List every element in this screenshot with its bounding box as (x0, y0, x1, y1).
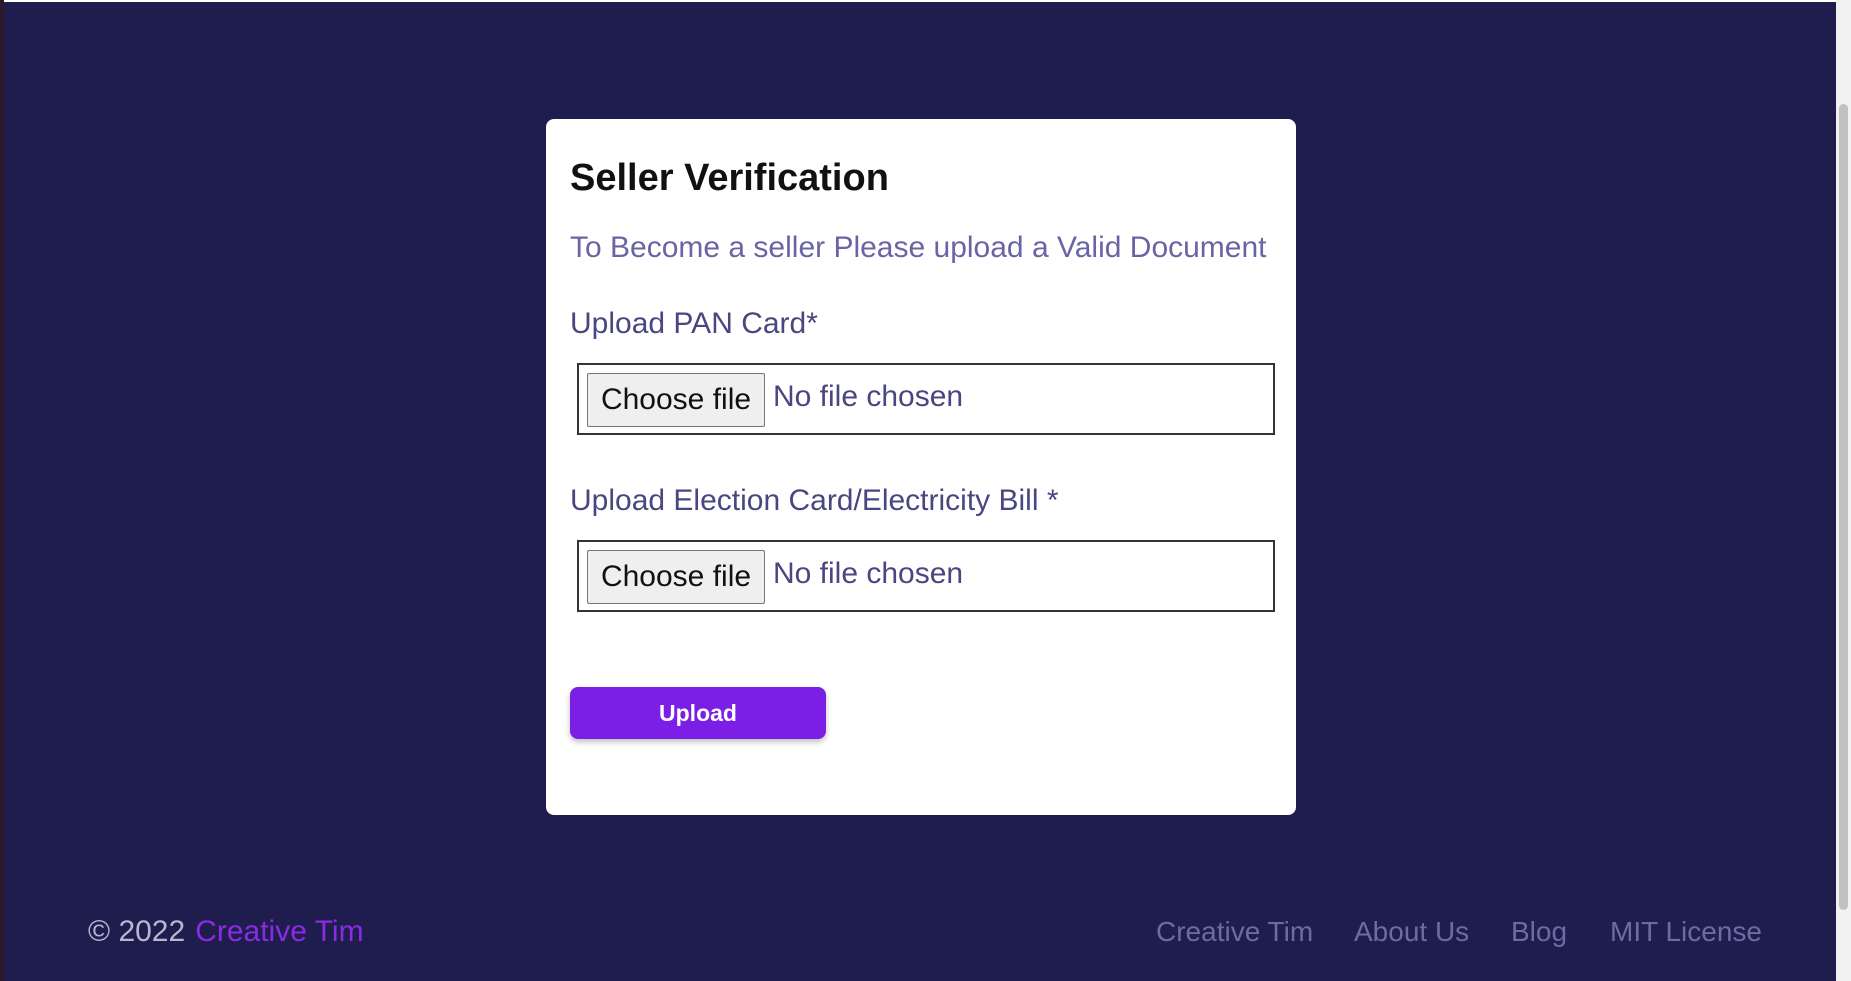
window-top-border (0, 0, 1851, 2)
pan-card-label: Upload PAN Card* (570, 307, 818, 340)
election-card-label: Upload Election Card/Electricity Bill * (570, 484, 1059, 517)
page-scrollbar[interactable] (1836, 0, 1851, 981)
card-subtitle: To Become a seller Please upload a Valid… (570, 231, 1267, 264)
footer-brand-link[interactable]: Creative Tim (195, 915, 363, 948)
scrollbar-thumb[interactable] (1839, 104, 1848, 910)
footer-link-about-us[interactable]: About Us (1354, 916, 1469, 948)
window-left-edge (0, 0, 4, 981)
election-card-choose-file-button[interactable]: Choose file (587, 550, 765, 604)
footer-link-mit-license[interactable]: MIT License (1610, 916, 1762, 948)
election-card-file-input[interactable]: Choose file No file chosen (577, 540, 1275, 612)
card-title: Seller Verification (570, 157, 889, 199)
pan-card-choose-file-button[interactable]: Choose file (587, 373, 765, 427)
pan-card-file-input[interactable]: Choose file No file chosen (577, 363, 1275, 435)
pan-card-file-status: No file chosen (773, 380, 964, 413)
footer-copyright: © 2022 Creative Tim (88, 915, 364, 949)
footer-link-creative-tim[interactable]: Creative Tim (1156, 916, 1313, 948)
upload-button[interactable]: Upload (570, 687, 826, 739)
seller-verification-card: Seller Verification To Become a seller P… (546, 119, 1296, 815)
footer-link-blog[interactable]: Blog (1511, 916, 1567, 948)
copyright-text: © 2022 (88, 915, 186, 948)
election-card-file-status: No file chosen (773, 557, 964, 590)
